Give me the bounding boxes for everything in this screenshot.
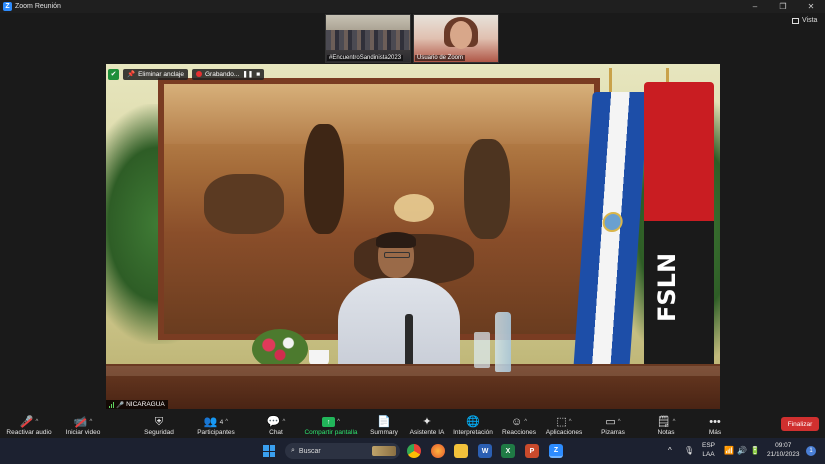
participant-name: Usuario de Zoom — [415, 55, 466, 61]
record-icon — [195, 71, 202, 77]
apps-button[interactable]: ⬚ ^ Aplicaciones — [545, 410, 583, 438]
zoom-logo-icon: Z — [3, 2, 12, 11]
shield-icon: ⛨ — [154, 415, 164, 428]
participant-thumbnail[interactable]: #EncuentroSandinista2023 — [325, 14, 411, 63]
recording-indicator: Grabando... ❚❚ ■ — [191, 68, 265, 80]
signal-strength-icon — [109, 401, 114, 408]
search-icon: ⌕ — [291, 447, 295, 454]
chevron-up-icon[interactable]: ^ — [35, 416, 38, 429]
audience-image — [326, 30, 410, 50]
start-video-button[interactable]: 📹 ^ Iniciar video — [60, 410, 106, 438]
unpin-label: Eliminar anclaje — [138, 70, 184, 78]
chrome-icon[interactable] — [407, 444, 421, 458]
main-video[interactable]: FSLN — [106, 64, 720, 409]
word-icon[interactable]: W — [478, 444, 492, 458]
microphone-icon[interactable]: 🎙 — [684, 446, 694, 455]
reaction-icon: ☺ — [510, 415, 523, 428]
battery-icon[interactable]: 🔋 — [750, 446, 760, 455]
water-bottle — [495, 312, 511, 372]
chevron-up-icon[interactable]: ^ — [337, 416, 340, 429]
water-glass — [474, 332, 490, 368]
windows-start-icon[interactable] — [263, 445, 275, 457]
zoom-taskbar-icon[interactable]: Z — [549, 444, 563, 458]
apps-icon: ⬚ — [556, 415, 567, 428]
notes-icon: 🗒 — [656, 415, 671, 428]
end-meeting-button[interactable]: Finalizar — [781, 417, 819, 431]
pause-recording-button[interactable]: ❚❚ — [242, 70, 253, 78]
flower-arrangement — [252, 329, 308, 369]
speaker-name-tag: 🎤 NICARAGUA — [106, 400, 168, 409]
powerpoint-icon[interactable]: P — [525, 444, 539, 458]
fsln-flag: FSLN — [644, 82, 714, 372]
notes-button[interactable]: 🗒 ^ Notas — [656, 410, 676, 438]
encryption-shield-icon: ✔ — [108, 68, 119, 80]
speaker-name: NICARAGUA — [126, 401, 165, 408]
title-bar: Z Zoom Reunión – ❐ ✕ — [0, 0, 825, 13]
participants-button[interactable]: 👥 4 ^ Participantes — [192, 410, 240, 438]
speaker-figure — [334, 232, 464, 384]
security-button[interactable]: ⛨ Seguridad — [140, 410, 178, 438]
excel-icon[interactable]: X — [501, 444, 515, 458]
participant-name: #EncuentroSandinista2023 — [327, 55, 404, 61]
chevron-up-icon[interactable]: ^ — [618, 416, 621, 429]
grid-view-icon — [792, 17, 799, 24]
view-button[interactable]: Vista — [792, 17, 817, 24]
taskbar-search[interactable]: ⌕ Buscar — [285, 443, 400, 459]
chevron-up-icon[interactable]: ^ — [673, 416, 676, 429]
chevron-up-icon[interactable]: ^ — [569, 416, 572, 429]
language-indicator[interactable]: ESP LAA — [702, 441, 715, 459]
window-title: Zoom Reunión — [15, 3, 61, 10]
share-screen-button[interactable]: ↑ ^ Compartir pantalla — [302, 410, 360, 438]
flag-emblem-icon — [601, 212, 624, 232]
stop-recording-button[interactable]: ■ — [256, 71, 260, 78]
chat-button[interactable]: 💬 ^ Chat — [262, 410, 290, 438]
participant-thumbnail[interactable]: Usuario de Zoom — [413, 14, 499, 63]
globe-icon: 🌐 — [466, 415, 480, 428]
pin-recording-bar: ✔ 📌 Eliminar anclaje Grabando... ❚❚ ■ — [108, 68, 265, 80]
chevron-up-icon[interactable]: ^ — [282, 416, 285, 429]
chevron-up-icon[interactable]: ^ — [668, 446, 672, 455]
recording-label: Grabando... — [204, 70, 240, 78]
clock[interactable]: 09:07 21/10/2023 — [767, 441, 800, 459]
sparkle-icon: ✦ — [422, 415, 432, 428]
ai-assistant-button[interactable]: ✦ Asistente IA — [408, 410, 446, 438]
firefox-icon[interactable] — [431, 444, 445, 458]
participant-count: 4 — [219, 418, 224, 426]
participant-face — [450, 21, 472, 49]
share-screen-icon: ↑ — [322, 417, 336, 427]
more-icon: ••• — [709, 415, 721, 428]
microphone — [405, 314, 413, 370]
window-controls: – ❐ ✕ — [741, 0, 825, 13]
notification-badge[interactable]: 1 — [806, 446, 816, 456]
maximize-button[interactable]: ❐ — [769, 0, 797, 13]
chevron-up-icon[interactable]: ^ — [524, 416, 527, 429]
minimize-button[interactable]: – — [741, 0, 769, 13]
participants-icon: 👥 — [203, 415, 218, 428]
file-explorer-icon[interactable] — [454, 444, 468, 458]
reactions-button[interactable]: ☺ ^ Reacciones — [502, 410, 536, 438]
whiteboard-icon: ▭ — [605, 415, 616, 428]
whiteboards-button[interactable]: ▭ ^ Pizarras — [600, 410, 626, 438]
more-button[interactable]: ••• Más — [706, 410, 724, 438]
wifi-icon[interactable]: 📶 — [724, 446, 734, 455]
unpin-button[interactable]: 📌 Eliminar anclaje — [123, 68, 188, 80]
chevron-up-icon[interactable]: ^ — [225, 416, 228, 429]
chat-icon: 💬 — [266, 415, 281, 428]
view-label: Vista — [802, 17, 818, 24]
search-highlight-image — [372, 446, 396, 456]
summary-button[interactable]: 📄 Summary — [368, 410, 400, 438]
mic-off-icon: 🎤 — [19, 415, 34, 428]
unmute-audio-button[interactable]: 🎤 ^ Reactivar audio — [4, 410, 54, 438]
chevron-up-icon[interactable]: ^ — [89, 416, 92, 429]
close-button[interactable]: ✕ — [797, 0, 825, 13]
pin-icon: 📌 — [127, 71, 136, 78]
mic-muted-icon: 🎤 — [116, 401, 125, 409]
volume-icon[interactable]: 🔊 — [737, 446, 747, 455]
video-off-icon: 📹 — [73, 415, 88, 428]
meeting-toolbar: 🎤 ^ Reactivar audio 📹 ^ Iniciar video ⛨ Se… — [0, 410, 825, 438]
summary-icon: 📄 — [377, 415, 391, 428]
search-placeholder: Buscar — [298, 447, 321, 455]
interpretation-button[interactable]: 🌐 Interpretación — [452, 410, 494, 438]
